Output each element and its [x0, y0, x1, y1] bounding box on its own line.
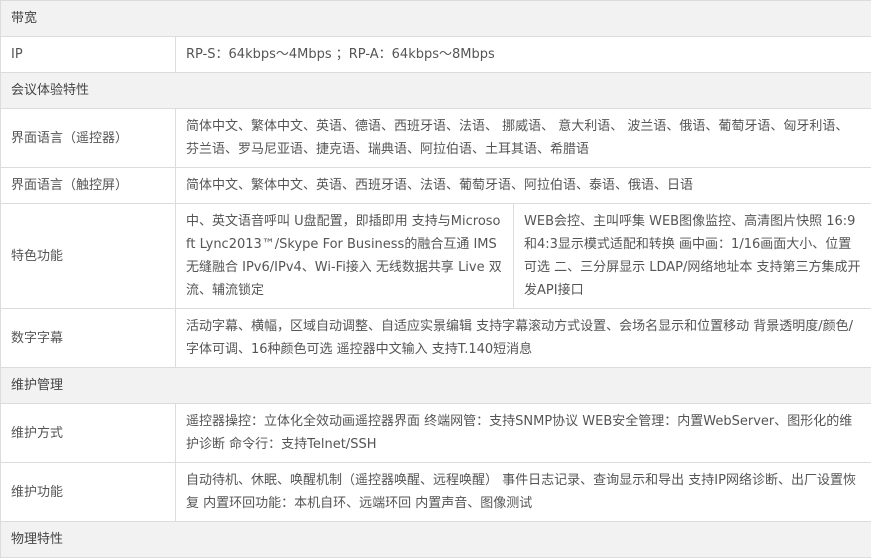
- spec-table: 带宽 IP RP-S：64kbps～4Mbps ；RP-A：64kbps～8Mb…: [0, 0, 871, 558]
- section-header: 维护管理: [1, 368, 871, 404]
- row-value-right: WEB会控、主叫呼集 WEB图像监控、高清图片快照 16:9和4:3显示模式适配…: [514, 204, 871, 309]
- section-header: 会议体验特性: [1, 73, 871, 109]
- section-header: 物理特性: [1, 522, 871, 558]
- table-row-maint-method: 维护方式 遥控器操控：立体化全效动画遥控器界面 终端网管：支持SNMP协议 WE…: [1, 404, 871, 463]
- row-value: 遥控器操控：立体化全效动画遥控器界面 终端网管：支持SNMP协议 WEB安全管理…: [176, 404, 871, 463]
- row-label: 界面语言（遥控器）: [1, 109, 176, 168]
- row-value: 自动待机、休眠、唤醒机制（遥控器唤醒、远程唤醒） 事件日志记录、查询显示和导出 …: [176, 463, 871, 522]
- table-row-ui-remote: 界面语言（遥控器） 简体中文、繁体中文、英语、德语、西班牙语、法语、 挪威语、 …: [1, 109, 871, 168]
- section-row-physical: 物理特性: [1, 522, 871, 558]
- row-value: 活动字幕、横幅，区域自动调整、自适应实景编辑 支持字幕滚动方式设置、会场名显示和…: [176, 309, 871, 368]
- section-row-maintenance: 维护管理: [1, 368, 871, 404]
- row-label: 维护功能: [1, 463, 176, 522]
- section-header: 带宽: [1, 1, 871, 37]
- row-label: 界面语言（触控屏）: [1, 168, 176, 204]
- row-value: 简体中文、繁体中文、英语、西班牙语、法语、葡萄牙语、阿拉伯语、泰语、俄语、日语: [176, 168, 871, 204]
- table-row-maint-func: 维护功能 自动待机、休眠、唤醒机制（遥控器唤醒、远程唤醒） 事件日志记录、查询显…: [1, 463, 871, 522]
- table-row-features: 特色功能 中、英文语音呼叫 U盘配置，即插即用 支持与Microsoft Lyn…: [1, 204, 871, 309]
- section-row-meeting: 会议体验特性: [1, 73, 871, 109]
- row-label: 数字字幕: [1, 309, 176, 368]
- table-row-ui-touch: 界面语言（触控屏） 简体中文、繁体中文、英语、西班牙语、法语、葡萄牙语、阿拉伯语…: [1, 168, 871, 204]
- row-value: RP-S：64kbps～4Mbps ；RP-A：64kbps～8Mbps: [176, 37, 871, 73]
- row-label: 特色功能: [1, 204, 176, 309]
- table-row-subtitle: 数字字幕 活动字幕、横幅，区域自动调整、自适应实景编辑 支持字幕滚动方式设置、会…: [1, 309, 871, 368]
- row-value-left: 中、英文语音呼叫 U盘配置，即插即用 支持与Microsoft Lync2013…: [176, 204, 514, 309]
- table-row-ip: IP RP-S：64kbps～4Mbps ；RP-A：64kbps～8Mbps: [1, 37, 871, 73]
- row-label: 维护方式: [1, 404, 176, 463]
- section-row-bandwidth: 带宽: [1, 1, 871, 37]
- row-label: IP: [1, 37, 176, 73]
- row-value: 简体中文、繁体中文、英语、德语、西班牙语、法语、 挪威语、 意大利语、 波兰语、…: [176, 109, 871, 168]
